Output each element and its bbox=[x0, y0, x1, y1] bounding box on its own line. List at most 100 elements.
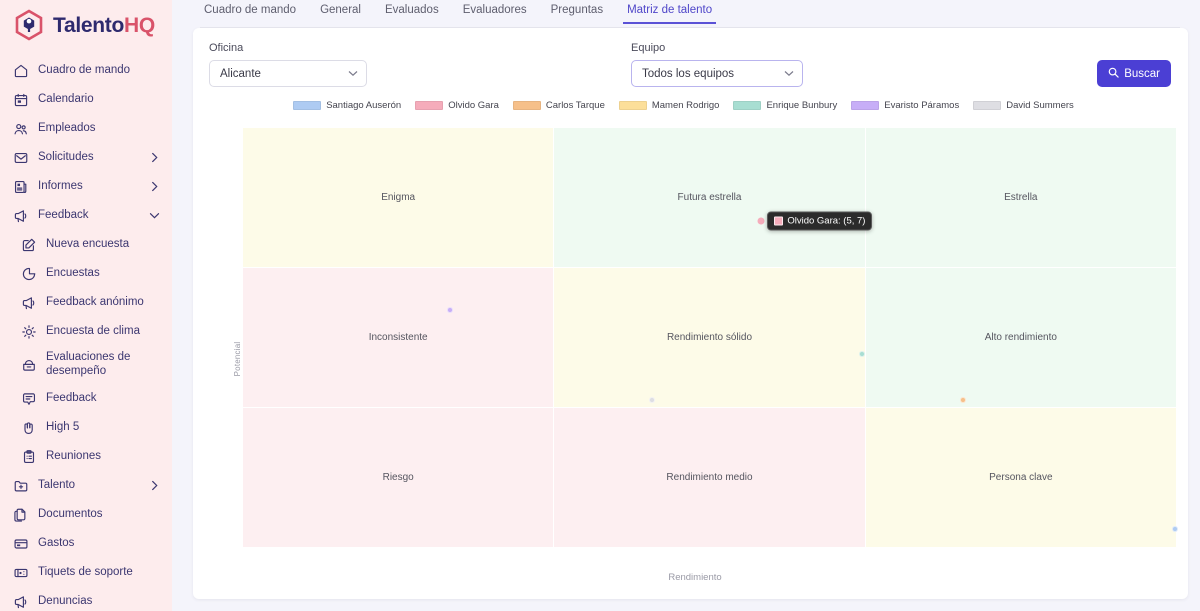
sidebar-item-feedback-an-nimo[interactable]: Feedback anónimo bbox=[0, 288, 172, 317]
scatter-point[interactable] bbox=[859, 351, 865, 357]
team-select[interactable]: Todos los equipos bbox=[631, 60, 803, 87]
sidebar-item-label: Gastos bbox=[38, 537, 160, 551]
brand-logo[interactable]: TalentoHQ bbox=[0, 0, 172, 52]
matrix-quadrant: Alto rendimiento bbox=[866, 268, 1176, 407]
matrix-quadrant-label: Rendimiento sólido bbox=[667, 332, 752, 343]
sidebar-item-calendario[interactable]: Calendario bbox=[0, 85, 172, 114]
chevron-down-icon bbox=[148, 210, 160, 222]
pie-chart-icon bbox=[20, 265, 37, 282]
sidebar-item-encuesta-de-clima[interactable]: Encuesta de clima bbox=[0, 317, 172, 346]
ticket-icon bbox=[12, 564, 29, 581]
legend-label: Mamen Rodrigo bbox=[652, 100, 720, 111]
sidebar-item-feedback[interactable]: Feedback bbox=[0, 384, 172, 413]
matrix-quadrant: Futura estrella bbox=[554, 128, 864, 267]
sidebar-item-cuadro-de-mando[interactable]: Cuadro de mando bbox=[0, 56, 172, 85]
sidebar-item-label: Feedback bbox=[46, 392, 160, 406]
sidebar-item-label: Tiquets de soporte bbox=[38, 566, 160, 580]
legend-swatch bbox=[973, 101, 1001, 110]
legend-label: David Summers bbox=[1006, 100, 1074, 111]
legend-item[interactable]: Mamen Rodrigo bbox=[619, 100, 720, 111]
tab-evaluadores[interactable]: Evaluadores bbox=[451, 0, 539, 24]
legend-swatch bbox=[293, 101, 321, 110]
sidebar-item-label: Talento bbox=[38, 479, 148, 493]
folder-plus-icon bbox=[12, 477, 29, 494]
sidebar-item-tiquets-de-soporte[interactable]: Tiquets de soporte bbox=[0, 558, 172, 587]
matrix-quadrant: Estrella bbox=[866, 128, 1176, 267]
legend-item[interactable]: Santiago Auserón bbox=[293, 100, 401, 111]
scatter-point[interactable] bbox=[447, 307, 453, 313]
report-icon bbox=[12, 178, 29, 195]
sidebar-item-nueva-encuesta[interactable]: Nueva encuesta bbox=[0, 230, 172, 259]
office-filter: Oficina Alicante bbox=[209, 42, 367, 87]
sidebar-item-high-5[interactable]: High 5 bbox=[0, 413, 172, 442]
tab-general[interactable]: General bbox=[308, 0, 373, 24]
chevron-right-icon bbox=[148, 152, 160, 164]
legend-label: Evaristo Páramos bbox=[884, 100, 959, 111]
main-content: Cuadro de mandoGeneralEvaluadosEvaluador… bbox=[172, 0, 1200, 611]
sidebar: TalentoHQ Cuadro de mandoCalendarioEmple… bbox=[0, 0, 172, 611]
brand-title-secondary: HQ bbox=[124, 14, 155, 37]
x-axis-label: Rendimiento bbox=[209, 572, 1181, 583]
inbox-icon bbox=[12, 149, 29, 166]
calendar-icon bbox=[12, 91, 29, 108]
sidebar-item-empleados[interactable]: Empleados bbox=[0, 114, 172, 143]
legend-label: Santiago Auserón bbox=[326, 100, 401, 111]
sidebar-item-feedback[interactable]: Feedback bbox=[0, 201, 172, 230]
legend-item[interactable]: David Summers bbox=[973, 100, 1074, 111]
scatter-point[interactable] bbox=[649, 397, 655, 403]
sidebar-item-label: Calendario bbox=[38, 93, 160, 107]
search-button[interactable]: Buscar bbox=[1097, 60, 1171, 87]
sidebar-item-label: Documentos bbox=[38, 508, 160, 522]
sidebar-item-gastos[interactable]: Gastos bbox=[0, 529, 172, 558]
search-icon bbox=[1108, 67, 1119, 81]
chart-tooltip: Olvido Gara: (5, 7) bbox=[767, 212, 872, 231]
search-button-label: Buscar bbox=[1124, 68, 1160, 80]
matrix-quadrant: Riesgo bbox=[243, 408, 553, 547]
brand-title: TalentoHQ bbox=[53, 15, 155, 36]
sidebar-item-label: Evaluaciones de desempeño bbox=[46, 351, 160, 378]
chart-legend: Santiago Auserón Olvido Gara Carlos Tarque… bbox=[193, 100, 1188, 111]
legend-item[interactable]: Carlos Tarque bbox=[513, 100, 605, 111]
sidebar-item-evaluaciones-de-desempe-o[interactable]: Evaluaciones de desempeño bbox=[0, 346, 172, 384]
home-icon bbox=[12, 62, 29, 79]
sidebar-item-documentos[interactable]: Documentos bbox=[0, 500, 172, 529]
matrix-quadrant: Enigma bbox=[243, 128, 553, 267]
matrix-quadrant: Inconsistente bbox=[243, 268, 553, 407]
matrix-quadrant-label: Alto rendimiento bbox=[985, 332, 1057, 343]
documents-icon bbox=[12, 506, 29, 523]
team-filter-label: Equipo bbox=[631, 42, 803, 54]
chevron-down-icon bbox=[784, 69, 794, 79]
tab-cuadro-de-mando[interactable]: Cuadro de mando bbox=[192, 0, 308, 24]
tooltip-text: Olvido Gara: (5, 7) bbox=[787, 216, 865, 227]
tab-matriz-de-talento[interactable]: Matriz de talento bbox=[615, 0, 724, 24]
legend-item[interactable]: Olvido Gara bbox=[415, 100, 499, 111]
legend-item[interactable]: Evaristo Páramos bbox=[851, 100, 959, 111]
legend-label: Carlos Tarque bbox=[546, 100, 605, 111]
users-icon bbox=[12, 120, 29, 137]
chevron-right-icon bbox=[148, 181, 160, 193]
sidebar-item-label: Nueva encuesta bbox=[46, 238, 160, 252]
sidebar-item-label: Feedback bbox=[38, 209, 148, 223]
scatter-point[interactable] bbox=[960, 397, 966, 403]
legend-item[interactable]: Enrique Bunbury bbox=[733, 100, 837, 111]
sidebar-item-solicitudes[interactable]: Solicitudes bbox=[0, 143, 172, 172]
archive-icon bbox=[20, 357, 37, 374]
filter-bar: Oficina Alicante Equipo Todos los equipo… bbox=[193, 28, 1188, 87]
matrix-quadrant-label: Rendimiento medio bbox=[666, 472, 752, 483]
legend-label: Olvido Gara bbox=[448, 100, 499, 111]
sidebar-item-denuncias[interactable]: Denuncias bbox=[0, 587, 172, 611]
scatter-point[interactable] bbox=[1172, 526, 1178, 532]
team-select-value: Todos los equipos bbox=[642, 68, 784, 80]
sidebar-item-encuestas[interactable]: Encuestas bbox=[0, 259, 172, 288]
megaphone-icon bbox=[20, 294, 37, 311]
matrix-quadrant-label: Persona clave bbox=[989, 472, 1052, 483]
sidebar-item-talento[interactable]: Talento bbox=[0, 471, 172, 500]
tooltip-anchor-point[interactable] bbox=[758, 218, 765, 225]
cube-logo-icon bbox=[12, 8, 46, 42]
sidebar-item-reuniones[interactable]: Reuniones bbox=[0, 442, 172, 471]
office-select[interactable]: Alicante bbox=[209, 60, 367, 87]
tab-preguntas[interactable]: Preguntas bbox=[539, 0, 615, 24]
team-filter: Equipo Todos los equipos bbox=[631, 42, 803, 87]
tab-evaluados[interactable]: Evaluados bbox=[373, 0, 451, 24]
sidebar-item-informes[interactable]: Informes bbox=[0, 172, 172, 201]
